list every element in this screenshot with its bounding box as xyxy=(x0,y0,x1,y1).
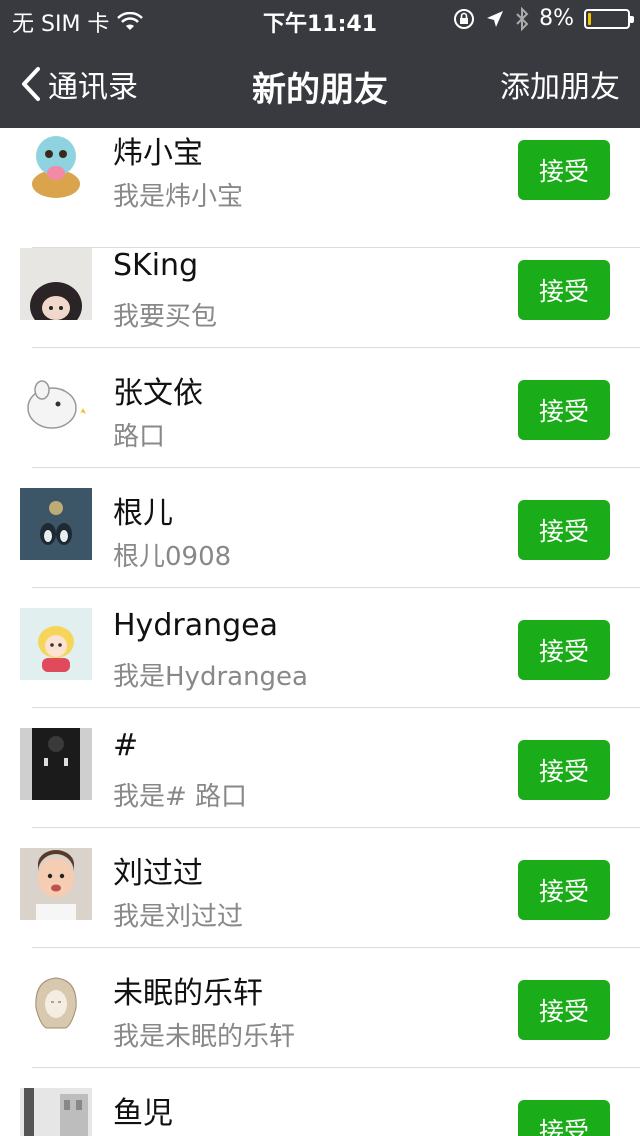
avatar xyxy=(20,728,92,800)
avatar xyxy=(20,968,92,1040)
avatar xyxy=(20,608,92,680)
anime-girl-icon xyxy=(20,608,92,680)
accept-button[interactable]: 接受 xyxy=(518,140,610,200)
chinchilla-icon xyxy=(20,368,92,440)
avatar xyxy=(20,1088,92,1136)
status-right: 8% xyxy=(453,6,634,31)
accept-button[interactable]: 接受 xyxy=(518,500,610,560)
avatar xyxy=(20,848,92,920)
friend-name: # xyxy=(113,728,139,763)
friend-row[interactable]: SKing 我要买包 接受 xyxy=(0,228,640,348)
friend-name: 炜小宝 xyxy=(113,136,203,171)
top-bar: 无 SIM 卡 下午11:41 8% 通讯录 新的朋友 添加朋友 xyxy=(0,0,640,128)
navbar: 通讯录 新的朋友 添加朋友 xyxy=(0,40,640,128)
friend-message: 根儿0908 xyxy=(113,542,232,572)
friend-message: 我要买包 xyxy=(113,302,218,332)
back-button[interactable]: 通讯录 xyxy=(20,62,138,106)
rotation-lock-icon xyxy=(454,8,475,29)
baby-photo xyxy=(20,848,92,920)
friend-message: 我是Hydrangea xyxy=(113,662,308,692)
friend-row[interactable]: Hydrangea 我是Hydrangea 接受 xyxy=(0,588,640,708)
friend-name: 鱼児 xyxy=(113,1096,173,1131)
friend-request-list: 炜小宝 我是炜小宝 接受 SKing 我要买包 接受 张文依 路口 接受 根儿 … xyxy=(0,128,640,1136)
street-photo xyxy=(20,1088,92,1136)
sketch-girl-icon xyxy=(20,968,92,1040)
friend-name: 张文依 xyxy=(113,376,203,411)
accept-button[interactable]: 接受 xyxy=(518,860,610,920)
friend-row[interactable]: # 我是# 路口 接受 xyxy=(0,708,640,828)
friend-name: 刘过过 xyxy=(113,856,203,891)
avatar xyxy=(20,128,92,200)
avatar xyxy=(20,368,92,440)
battery-icon xyxy=(584,8,634,29)
dark-figure-photo xyxy=(20,728,92,800)
add-friend-button[interactable]: 添加朋友 xyxy=(500,62,620,106)
girl-photo xyxy=(20,248,92,320)
avatar xyxy=(20,488,92,560)
accept-button[interactable]: 接受 xyxy=(518,260,610,320)
friend-message: 路口 xyxy=(113,422,166,452)
location-icon xyxy=(487,10,504,27)
accept-button[interactable]: 接受 xyxy=(518,380,610,440)
friend-name: 根儿 xyxy=(113,496,173,531)
bluetooth-icon xyxy=(516,6,529,31)
chevron-left-icon xyxy=(22,67,40,101)
status-bar: 无 SIM 卡 下午11:41 8% xyxy=(0,0,640,40)
friend-message: 我是# 路口 xyxy=(113,782,248,812)
back-label: 通讯录 xyxy=(48,70,138,105)
friend-row[interactable]: 刘过过 我是刘过过 接受 xyxy=(0,828,640,948)
friend-name: 未眠的乐轩 xyxy=(113,976,263,1011)
friend-row[interactable]: 鱼児 接受 xyxy=(0,1068,640,1136)
friend-row[interactable]: 根儿 根儿0908 接受 xyxy=(0,468,640,588)
battery-percent: 8% xyxy=(539,6,574,31)
friend-row[interactable]: 张文依 路口 接受 xyxy=(0,348,640,468)
friend-message: 我是刘过过 xyxy=(113,902,244,932)
friend-name: SKing xyxy=(113,248,199,283)
friend-message: 我是未眠的乐轩 xyxy=(113,1022,296,1052)
friend-name: Hydrangea xyxy=(113,608,278,643)
squirtle-icon xyxy=(20,128,92,200)
friend-row[interactable]: 未眠的乐轩 我是未眠的乐轩 接受 xyxy=(0,948,640,1068)
accept-button[interactable]: 接受 xyxy=(518,1100,610,1136)
penguins-icon xyxy=(20,488,92,560)
battery-fill xyxy=(588,12,592,25)
avatar xyxy=(20,248,92,320)
accept-button[interactable]: 接受 xyxy=(518,980,610,1040)
accept-button[interactable]: 接受 xyxy=(518,740,610,800)
friend-message: 我是炜小宝 xyxy=(113,182,244,212)
accept-button[interactable]: 接受 xyxy=(518,620,610,680)
